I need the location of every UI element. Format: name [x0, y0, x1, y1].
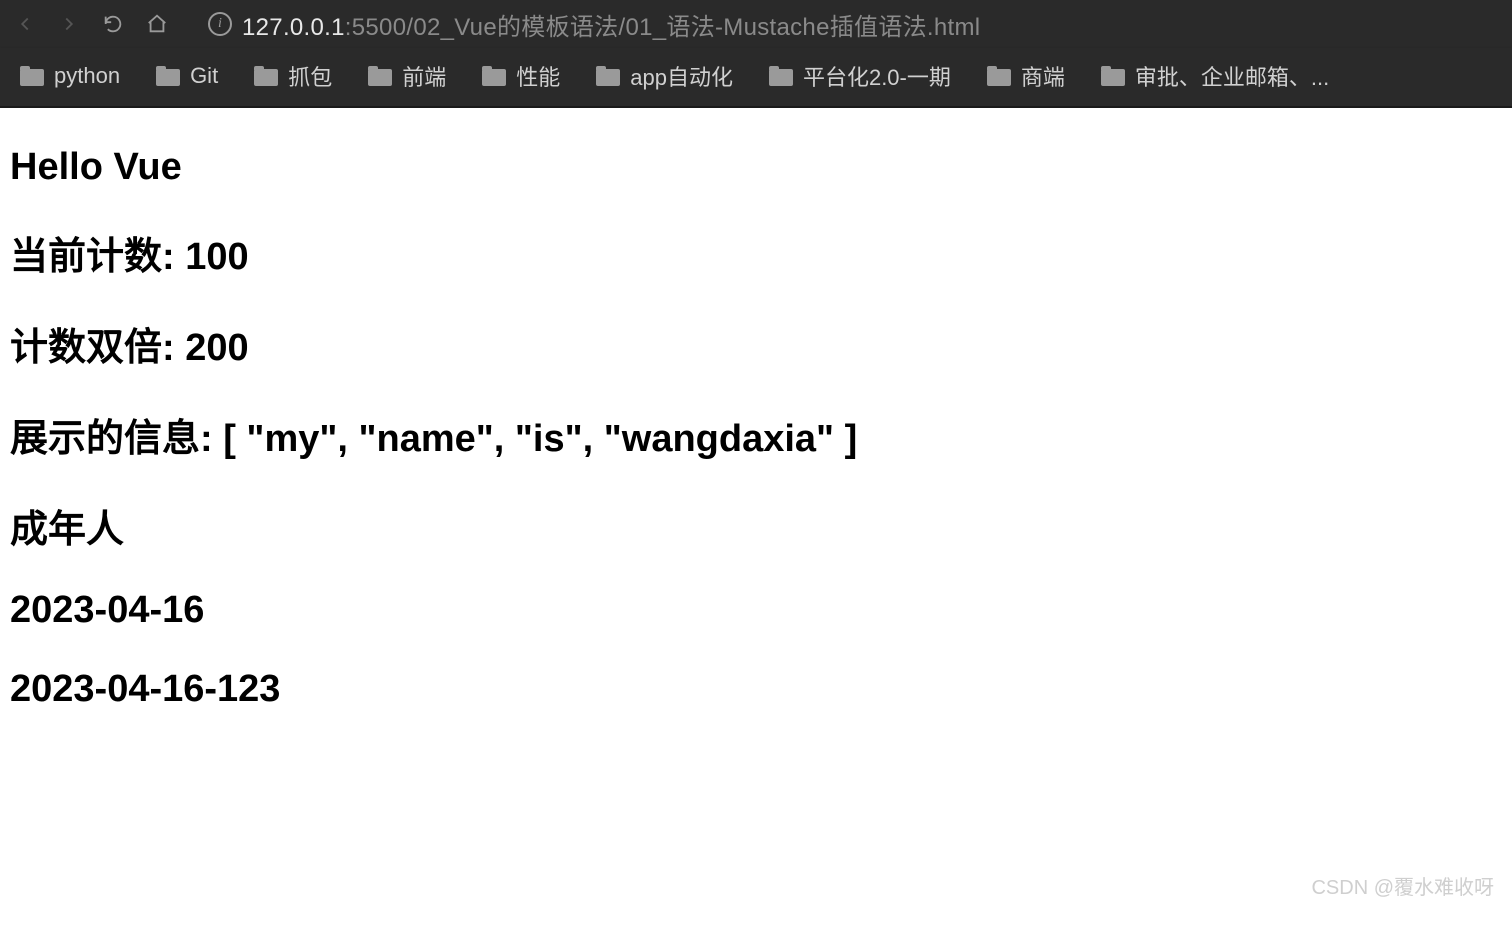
folder-icon — [769, 66, 793, 86]
url-text: 127.0.0.1:5500/02_Vue的模板语法/01_语法-Mustach… — [242, 7, 980, 42]
bookmark-item-git[interactable]: Git — [156, 63, 218, 89]
reload-icon[interactable] — [100, 11, 126, 37]
bookmark-label: 抓包 — [288, 60, 332, 92]
bookmark-label: Git — [190, 63, 218, 89]
page-content: Hello Vue 当前计数: 100 计数双倍: 200 展示的信息: [ "… — [0, 108, 1512, 755]
folder-icon — [596, 66, 620, 86]
address-bar[interactable]: i 127.0.0.1:5500/02_Vue的模板语法/01_语法-Musta… — [188, 7, 1500, 42]
bookmark-item-pingtai[interactable]: 平台化2.0-一期 — [769, 60, 951, 92]
url-host: 127.0.0.1 — [242, 14, 345, 41]
folder-icon — [368, 66, 392, 86]
bookmark-item-xingneng[interactable]: 性能 — [482, 60, 560, 92]
folder-icon — [156, 66, 180, 86]
bookmark-label: 商端 — [1021, 60, 1065, 92]
folder-icon — [482, 66, 506, 86]
back-icon[interactable] — [12, 11, 38, 37]
bookmark-item-qianduan[interactable]: 前端 — [368, 60, 446, 92]
bookmarks-bar: python Git 抓包 前端 性能 app自动化 平台化2.0-一期 商端 — [0, 48, 1512, 108]
heading-date2: 2023-04-16-123 — [10, 668, 1502, 711]
forward-icon[interactable] — [56, 11, 82, 37]
bookmark-item-python[interactable]: python — [20, 63, 120, 89]
heading-date1: 2023-04-16 — [10, 589, 1502, 632]
bookmark-item-app[interactable]: app自动化 — [596, 60, 733, 92]
folder-icon — [254, 66, 278, 86]
bookmark-label: 平台化2.0-一期 — [803, 60, 951, 92]
heading-double: 计数双倍: 200 — [10, 316, 1502, 371]
bookmark-label: 审批、企业邮箱、... — [1135, 60, 1329, 92]
bookmark-item-shangduan[interactable]: 商端 — [987, 60, 1065, 92]
url-path: :5500/02_Vue的模板语法/01_语法-Mustache插值语法.htm… — [345, 14, 981, 41]
heading-adult: 成年人 — [10, 498, 1502, 553]
site-info-icon[interactable]: i — [208, 12, 232, 36]
folder-icon — [20, 66, 44, 86]
heading-hello: Hello Vue — [10, 146, 1502, 189]
folder-icon — [987, 66, 1011, 86]
heading-counter: 当前计数: 100 — [10, 225, 1502, 280]
watermark: CSDN @覆水难收呀 — [1311, 871, 1494, 900]
bookmark-label: app自动化 — [630, 60, 733, 92]
bookmark-label: 性能 — [516, 60, 560, 92]
bookmark-label: 前端 — [402, 60, 446, 92]
bookmark-item-zhuabao[interactable]: 抓包 — [254, 60, 332, 92]
home-icon[interactable] — [144, 11, 170, 37]
bookmark-item-shenpi[interactable]: 审批、企业邮箱、... — [1101, 60, 1329, 92]
nav-bar: i 127.0.0.1:5500/02_Vue的模板语法/01_语法-Musta… — [0, 0, 1512, 48]
heading-info: 展示的信息: [ "my", "name", "is", "wangdaxia"… — [10, 407, 1502, 462]
folder-icon — [1101, 66, 1125, 86]
browser-chrome: i 127.0.0.1:5500/02_Vue的模板语法/01_语法-Musta… — [0, 0, 1512, 108]
bookmark-label: python — [54, 63, 120, 89]
